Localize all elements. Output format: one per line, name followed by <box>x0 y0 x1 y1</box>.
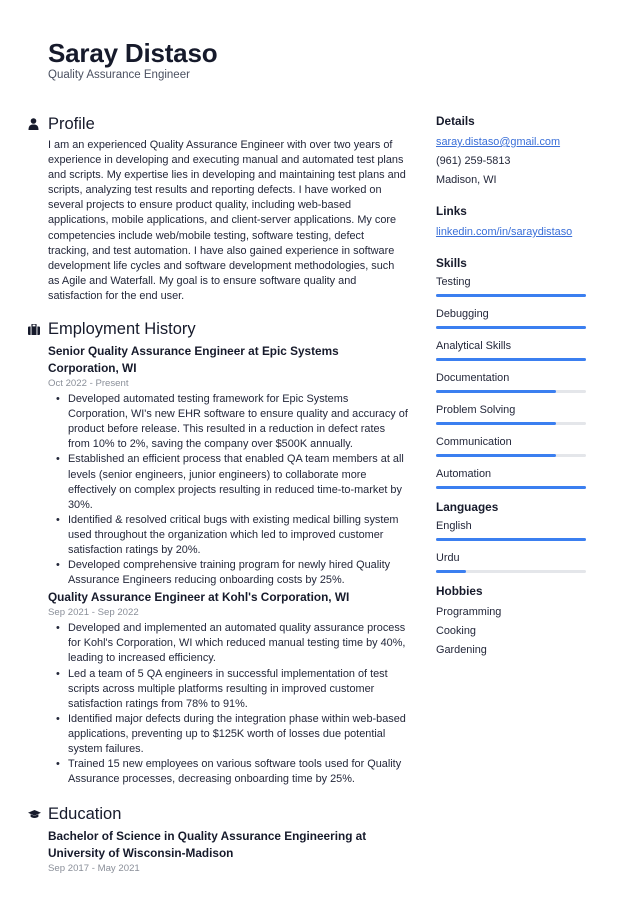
language-item-label: English <box>436 520 472 532</box>
skill-item-label: Analytical Skills <box>436 340 512 352</box>
skill-item-label: Debugging <box>436 308 489 320</box>
skill-item-level-bar <box>436 358 586 361</box>
profile-title: Profile <box>48 114 95 133</box>
skill-item-level-bar <box>436 486 586 489</box>
linkedin-link[interactable]: linkedin.com/in/saraydistaso <box>436 226 572 238</box>
employment-section: Employment History Senior Quality Assura… <box>28 318 408 787</box>
job-bullet: Led a team of 5 QA engineers in successf… <box>56 667 408 712</box>
skill-item: Automation <box>436 467 596 489</box>
skill-item-level-fill <box>436 486 586 489</box>
job-bullet: Trained 15 new employees on various soft… <box>56 757 408 787</box>
job-entry: Senior Quality Assurance Engineer at Epi… <box>48 343 408 588</box>
hobbies-section: Hobbies Programming Cooking Gardening <box>436 583 596 660</box>
links-section: Links linkedin.com/in/saraydistaso <box>436 203 596 242</box>
hobby-item: Cooking <box>436 625 476 637</box>
skill-item-level-fill <box>436 422 556 425</box>
education-heading: Education <box>28 803 408 825</box>
profile-section: Profile I am an experienced Quality Assu… <box>28 113 408 304</box>
links-heading: Links <box>436 204 467 218</box>
skill-item-label: Problem Solving <box>436 404 516 416</box>
employment-title: Employment History <box>48 319 196 338</box>
person-icon <box>28 118 48 130</box>
details-section: Details saray.distaso@gmail.com (961) 25… <box>436 113 596 190</box>
job-bullet: Developed automated testing framework fo… <box>56 392 408 452</box>
skill-item: Communication <box>436 435 596 457</box>
language-item: English <box>436 519 596 541</box>
skill-item: Debugging <box>436 307 596 329</box>
hobbies-heading: Hobbies <box>436 584 483 598</box>
job-dates: Sep 2021 - Sep 2022 <box>48 607 139 619</box>
skill-item: Problem Solving <box>436 403 596 425</box>
resume-header: Saray Distaso Quality Assurance Engineer <box>48 38 218 82</box>
job-bullet: Developed and implemented an automated q… <box>56 621 408 666</box>
job-dates: Oct 2022 - Present <box>48 378 129 390</box>
languages-section: Languages English Urdu <box>436 499 596 573</box>
skill-item-level-bar <box>436 390 586 393</box>
education-dates: Sep 2017 - May 2021 <box>48 863 140 875</box>
details-heading: Details <box>436 114 475 128</box>
education-entry: Bachelor of Science in Quality Assurance… <box>48 828 408 876</box>
profile-summary: I am an experienced Quality Assurance En… <box>48 139 406 302</box>
skill-item-level-fill <box>436 454 556 457</box>
skill-item-level-bar <box>436 326 586 329</box>
job-title: Senior Quality Assurance Engineer at Epi… <box>48 344 339 376</box>
skill-item-level-fill <box>436 294 586 297</box>
skill-item-level-fill <box>436 390 556 393</box>
job-bullet: Identified & resolved critical bugs with… <box>56 513 408 558</box>
skill-item-level-fill <box>436 326 586 329</box>
skill-item-label: Documentation <box>436 372 510 384</box>
language-item-label: Urdu <box>436 552 460 564</box>
skill-item: Testing <box>436 275 596 297</box>
education-section: Education Bachelor of Science in Quality… <box>28 803 408 876</box>
job-title: Quality Assurance Engineer at Kohl's Cor… <box>48 590 350 605</box>
education-title: Education <box>48 804 122 823</box>
sidebar: Details saray.distaso@gmail.com (961) 25… <box>436 113 596 673</box>
location: Madison, WI <box>436 174 497 186</box>
skill-item-level-bar <box>436 422 586 425</box>
skill-item-label: Communication <box>436 436 512 448</box>
language-item-level-bar <box>436 570 586 573</box>
hobby-item: Gardening <box>436 644 487 656</box>
employment-heading: Employment History <box>28 318 408 340</box>
skill-item-level-bar <box>436 454 586 457</box>
job-bullets: Developed and implemented an automated q… <box>48 621 408 787</box>
languages-heading: Languages <box>436 500 499 514</box>
job-bullets: Developed automated testing framework fo… <box>48 392 408 588</box>
skill-item: Analytical Skills <box>436 339 596 361</box>
profile-heading: Profile <box>28 113 408 135</box>
main-column: Profile I am an experienced Quality Assu… <box>28 113 408 877</box>
candidate-name: Saray Distaso <box>48 38 218 68</box>
skill-item: Documentation <box>436 371 596 393</box>
email-link[interactable]: saray.distaso@gmail.com <box>436 136 560 148</box>
skill-item-label: Automation <box>436 468 492 480</box>
skill-item-level-fill <box>436 358 586 361</box>
candidate-title: Quality Assurance Engineer <box>48 69 190 81</box>
degree-title: Bachelor of Science in Quality Assurance… <box>48 829 367 861</box>
job-bullet: Established an efficient process that en… <box>56 452 408 512</box>
skill-item-level-bar <box>436 294 586 297</box>
skills-heading: Skills <box>436 256 467 270</box>
phone-number: (961) 259-5813 <box>436 155 511 167</box>
language-item-level-bar <box>436 538 586 541</box>
skills-section: Skills Testing Debugging Analytical Skills… <box>436 255 596 489</box>
hobby-item: Programming <box>436 606 502 618</box>
job-bullet: Developed comprehensive training program… <box>56 558 408 588</box>
language-item-level-fill <box>436 570 466 573</box>
language-item-level-fill <box>436 538 586 541</box>
job-bullet: Identified major defects during the inte… <box>56 712 408 757</box>
briefcase-icon <box>28 323 48 335</box>
job-entry: Quality Assurance Engineer at Kohl's Cor… <box>48 589 408 787</box>
language-item: Urdu <box>436 551 596 573</box>
skill-item-label: Testing <box>436 276 471 288</box>
graduation-cap-icon <box>28 809 48 819</box>
